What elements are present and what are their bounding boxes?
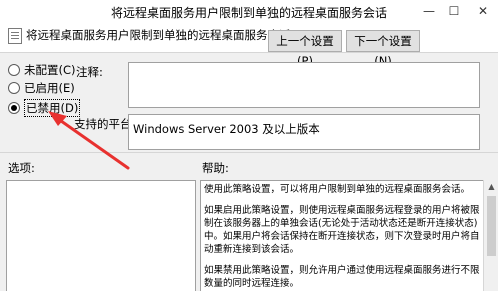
platform-box: Windows Server 2003 及以上版本: [128, 114, 480, 150]
section-divider: [0, 152, 498, 153]
radio-not-configured[interactable]: 未配置(C): [8, 62, 76, 78]
options-label: 选项:: [8, 161, 35, 175]
next-setting-button[interactable]: 下一个设置(N): [346, 30, 420, 68]
radio-label-not-configured: 未配置(C): [24, 63, 76, 77]
help-paragraph-3: 如果禁用此策略设置，则允许用户通过使用远程桌面服务进行不限数量的同时远程连接。: [204, 265, 480, 289]
previous-setting-button[interactable]: 上一个设置(P): [268, 30, 342, 68]
radio-enabled[interactable]: 已启用(E): [8, 80, 75, 96]
radio-label-enabled: 已启用(E): [24, 81, 75, 95]
radio-button-not-configured[interactable]: [8, 64, 20, 76]
radio-label-disabled: 已禁用(D): [24, 99, 81, 117]
close-icon[interactable]: ✕: [474, 2, 492, 20]
help-text: 使用此策略设置，可以将用户限制到单独的远程桌面服务会话。 如果启用此策略设置，则…: [204, 183, 480, 291]
title-bar: 将远程桌面服务用户限制到单独的远程桌面服务会话 — ☐ ✕: [0, 0, 498, 22]
minimize-icon[interactable]: —: [420, 2, 438, 20]
comment-label: 注释:: [76, 65, 103, 79]
scroll-thumb[interactable]: [487, 196, 496, 256]
radio-disabled[interactable]: 已禁用(D): [8, 99, 81, 117]
comment-textarea[interactable]: [128, 62, 480, 108]
help-paragraph-1: 使用此策略设置，可以将用户限制到单独的远程桌面服务会话。: [204, 184, 471, 195]
radio-button-enabled[interactable]: [8, 82, 20, 94]
help-panel: 使用此策略设置，可以将用户限制到单独的远程桌面服务会话。 如果启用此策略设置，则…: [200, 180, 484, 291]
radio-button-disabled[interactable]: [8, 102, 20, 114]
platform-label: 支持的平台:: [74, 117, 136, 131]
options-panel: [6, 180, 196, 291]
maximize-icon[interactable]: ☐: [445, 2, 463, 20]
policy-title: 将远程桌面服务用户限制到单独的远程桌面服务会话: [26, 28, 291, 42]
platform-value: Windows Server 2003 及以上版本: [133, 122, 320, 136]
policy-dialog: 将远程桌面服务用户限制到单独的远程桌面服务会话 — ☐ ✕ 将远程桌面服务用户限…: [0, 0, 498, 291]
policy-setting-icon: [8, 28, 22, 44]
help-label: 帮助:: [202, 161, 229, 175]
scroll-up-icon[interactable]: ▲: [484, 180, 498, 194]
help-paragraph-2: 如果启用此策略设置，则使用远程桌面服务远程登录的用户将被限制在该服务器上的单独会…: [204, 205, 480, 255]
help-scrollbar[interactable]: ▲: [483, 180, 498, 291]
